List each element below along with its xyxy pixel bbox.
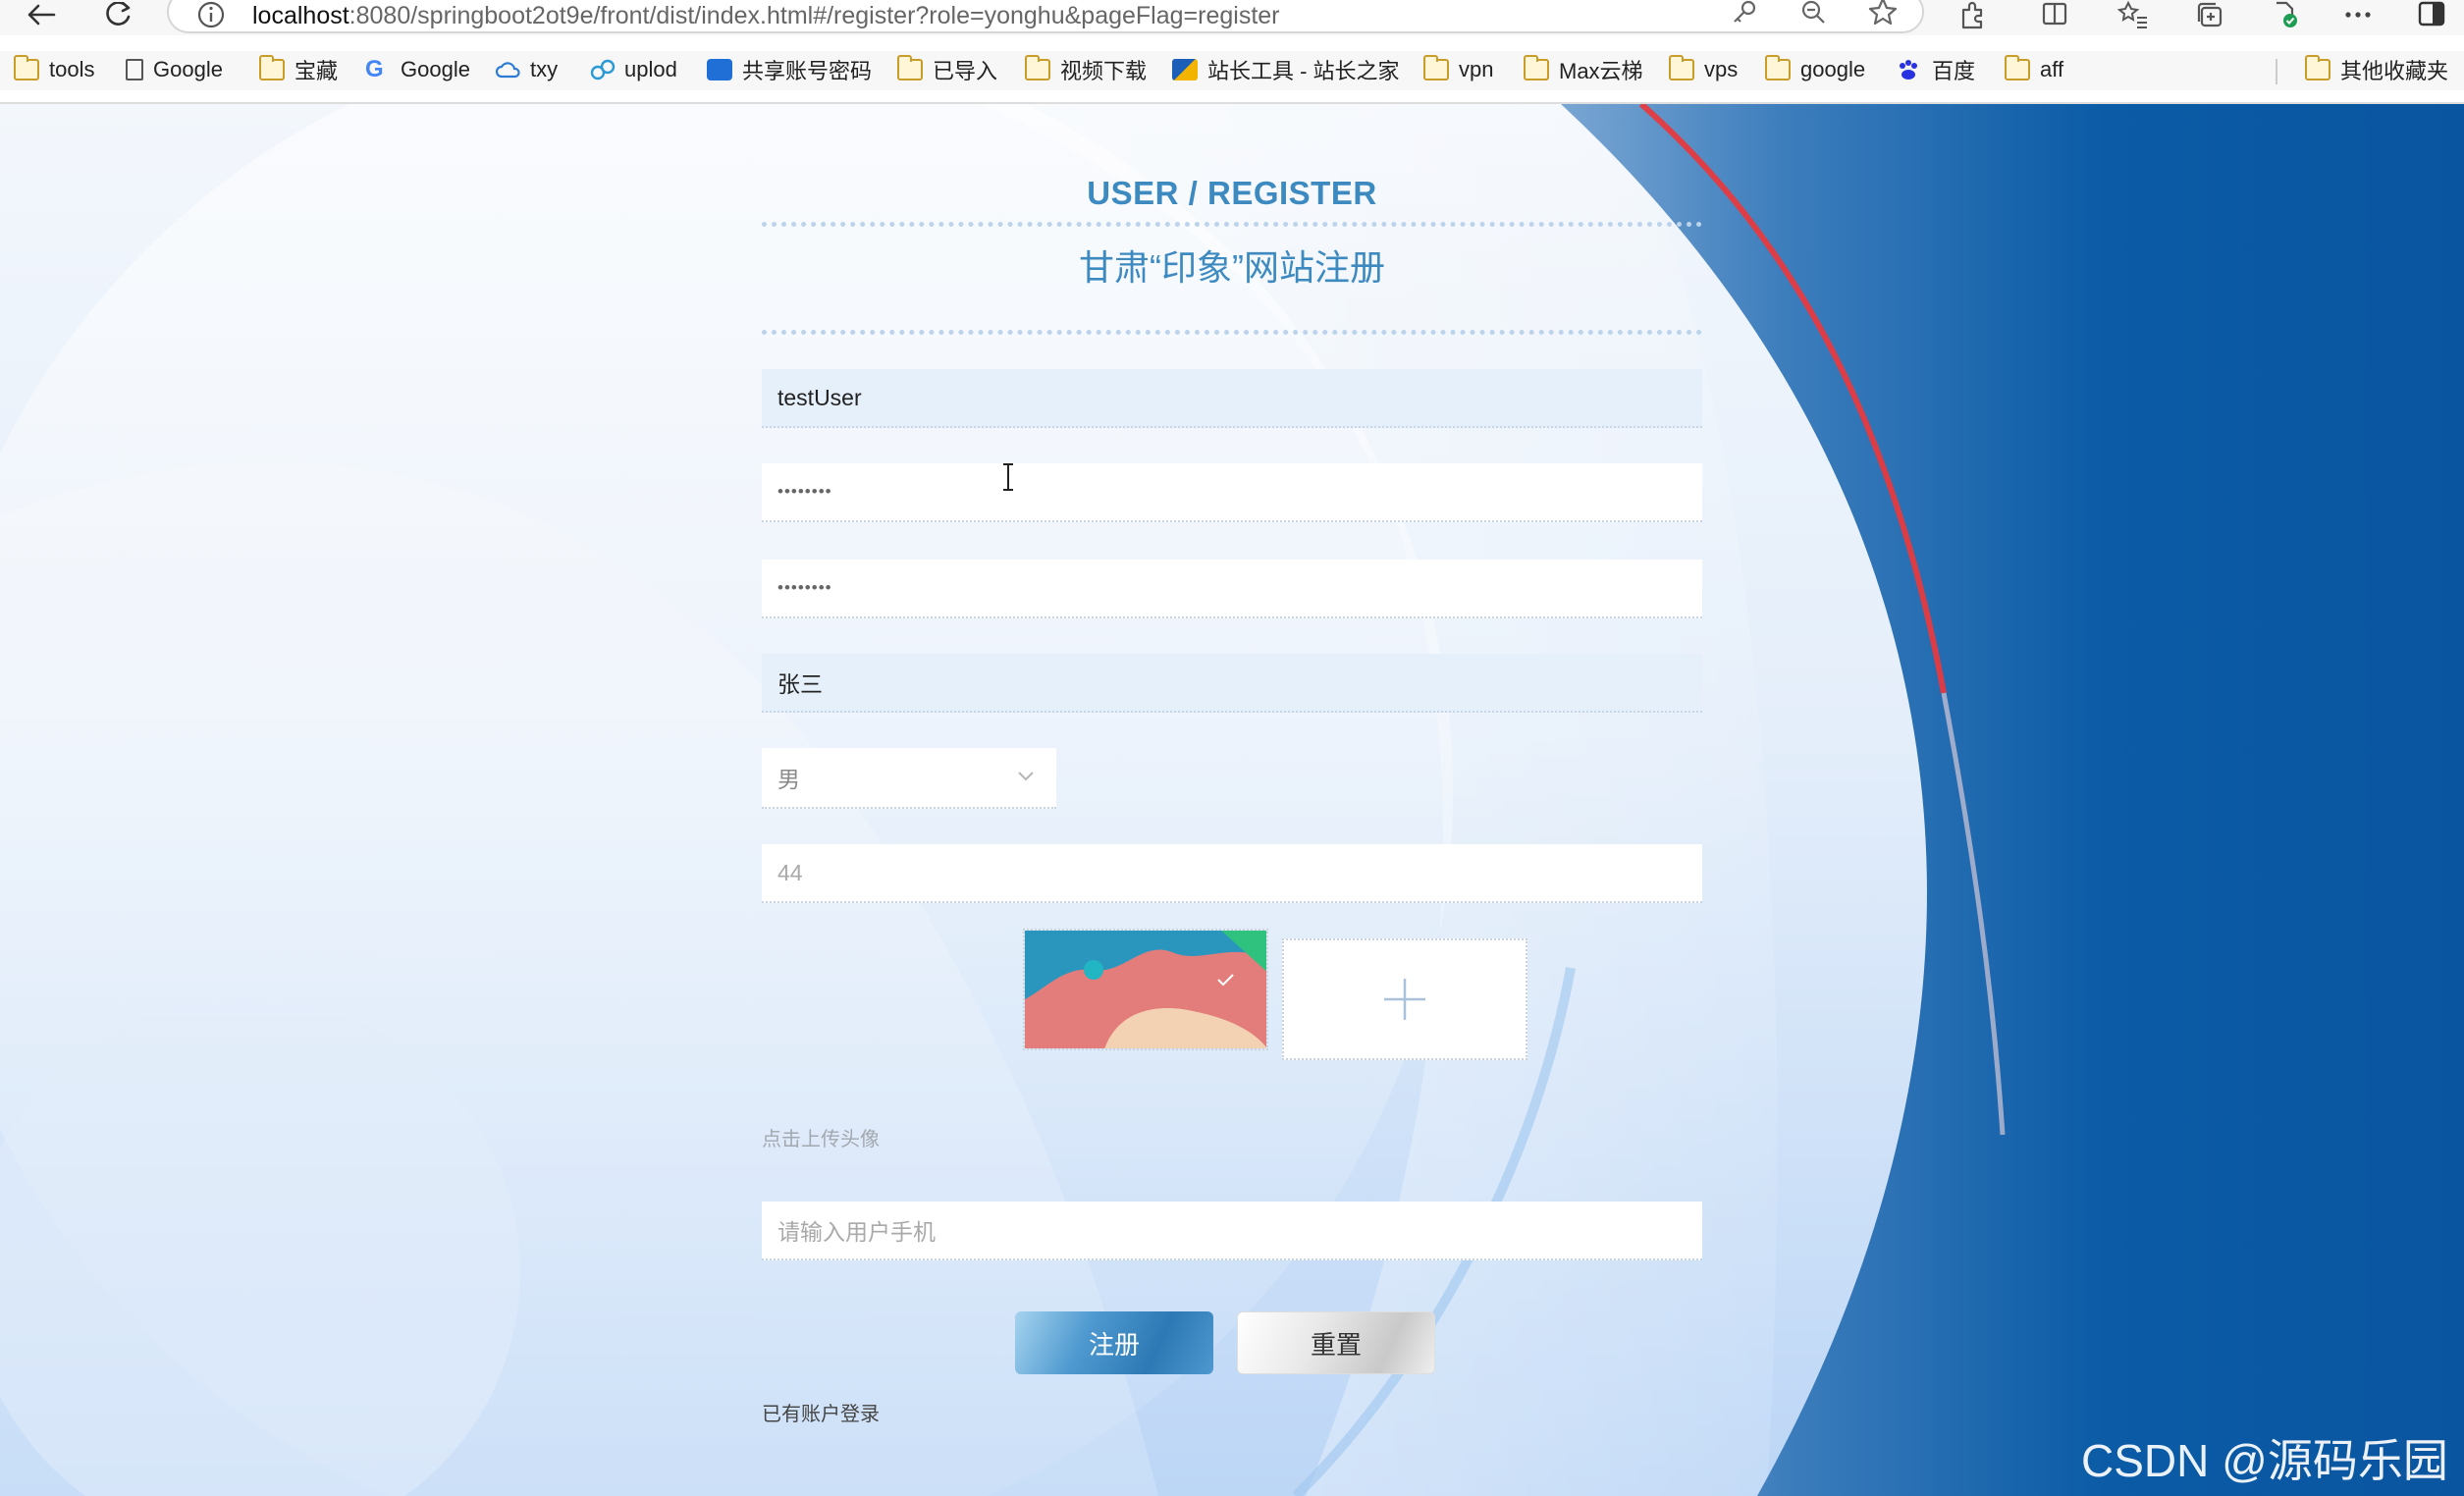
more-options-icon[interactable]: [2341, 0, 2375, 31]
folder-icon: [1669, 55, 1694, 80]
upload-avatar-hint: 点击上传头像: [762, 1129, 880, 1150]
bookmark-google-page[interactable]: Google: [126, 55, 223, 84]
bookmark-tools[interactable]: tools: [14, 55, 94, 84]
folder-icon: [1025, 55, 1050, 80]
link-icon: [589, 59, 616, 80]
bookmark-video-download[interactable]: 视频下载: [1025, 55, 1147, 84]
text-cursor-icon: [1003, 463, 1013, 491]
sidebar-toggle-icon[interactable]: [2415, 0, 2448, 31]
url-text: localhost:8080/springboot2ot9e/front/dis…: [252, 2, 1280, 29]
title-divider-bottom: [762, 330, 1702, 335]
gender-select[interactable]: 男: [762, 748, 1056, 809]
bookmark-shared-accounts[interactable]: 共享账号密码: [707, 55, 872, 84]
folder-icon: [1765, 55, 1791, 80]
confirm-password-input[interactable]: ••••••••: [762, 560, 1702, 618]
zoom-out-icon[interactable]: [1798, 0, 1828, 27]
bookmark-txy[interactable]: txy: [495, 55, 558, 84]
folder-icon: [1524, 55, 1549, 80]
key-icon[interactable]: [1730, 0, 1759, 27]
bookmark-uplod[interactable]: uplod: [589, 55, 677, 84]
bookmark-other[interactable]: 其他收藏夹: [2305, 55, 2448, 84]
bookmark-google[interactable]: G Google: [365, 55, 470, 84]
folder-icon: [2305, 55, 2330, 80]
username-input[interactable]: testUser: [762, 369, 1702, 428]
phone-input[interactable]: 请输入用户手机: [762, 1202, 1702, 1260]
bookmarks-separator: [2276, 59, 2277, 84]
form-title: USER / REGISTER: [1087, 175, 1377, 211]
form-subtitle: 甘肃“印象”网站注册: [1079, 247, 1385, 288]
csdn-watermark: CSDN @源码乐园: [2081, 1435, 2448, 1486]
google-icon: G: [365, 56, 384, 82]
split-screen-icon[interactable]: [2038, 0, 2071, 31]
name-input[interactable]: 张三: [762, 654, 1702, 713]
folder-icon: [897, 55, 923, 80]
avatar-preview[interactable]: [1023, 929, 1268, 1050]
reload-icon: [106, 2, 131, 26]
avatar-image: [1025, 931, 1266, 1048]
extensions-icon[interactable]: [1955, 0, 1989, 31]
bookmark-baozang[interactable]: 宝藏: [259, 55, 338, 84]
reset-button[interactable]: 重置: [1237, 1311, 1435, 1374]
chevron-down-icon: [1018, 772, 1034, 781]
page-icon: [126, 59, 143, 80]
cloud-icon: [495, 59, 520, 80]
bookmark-max[interactable]: Max云梯: [1524, 55, 1643, 84]
bookmark-google-folder[interactable]: google: [1765, 55, 1865, 84]
arrow-left-icon: [27, 4, 56, 26]
back-button[interactable]: [22, 0, 61, 29]
background-art: [0, 104, 2464, 1496]
favorites-icon[interactable]: [2116, 0, 2150, 31]
folder-icon: [14, 55, 39, 80]
bookmark-imported[interactable]: 已导入: [897, 55, 997, 84]
bookmark-aff[interactable]: aff: [2005, 55, 2063, 84]
address-bar[interactable]: localhost:8080/springboot2ot9e/front/dis…: [167, 0, 1924, 33]
info-icon: [197, 1, 225, 28]
collections-icon[interactable]: [2193, 0, 2226, 31]
register-button[interactable]: 注册: [1015, 1311, 1213, 1374]
age-input[interactable]: 44: [762, 844, 1702, 903]
page-viewport: USER / REGISTER 甘肃“印象”网站注册 testUser ••••…: [0, 102, 2464, 1496]
bookmark-chinaz[interactable]: 站长工具 - 站长之家: [1172, 55, 1400, 84]
login-link[interactable]: 已有账户登录: [762, 1398, 880, 1426]
bookmark-baidu[interactable]: 百度: [1897, 55, 1975, 84]
baidu-icon: [1897, 59, 1922, 80]
browser-toolbar: localhost:8080/springboot2ot9e/front/dis…: [0, 0, 2464, 35]
site-icon: [1172, 59, 1198, 80]
title-divider-top: [762, 222, 1702, 227]
folder-icon: [259, 55, 285, 80]
bookmark-vpn[interactable]: vpn: [1423, 55, 1493, 84]
avatar-upload-button[interactable]: [1282, 938, 1527, 1060]
plus-icon: [1384, 979, 1425, 1020]
app-icon: [707, 59, 732, 80]
star-icon[interactable]: [1867, 0, 1899, 27]
folder-icon: [1423, 55, 1449, 80]
password-input[interactable]: ••••••••: [762, 463, 1702, 522]
browser-essentials-icon[interactable]: [2268, 0, 2301, 31]
bookmark-vps[interactable]: vps: [1669, 55, 1738, 84]
reload-button[interactable]: [98, 0, 137, 29]
folder-icon: [2005, 55, 2030, 80]
